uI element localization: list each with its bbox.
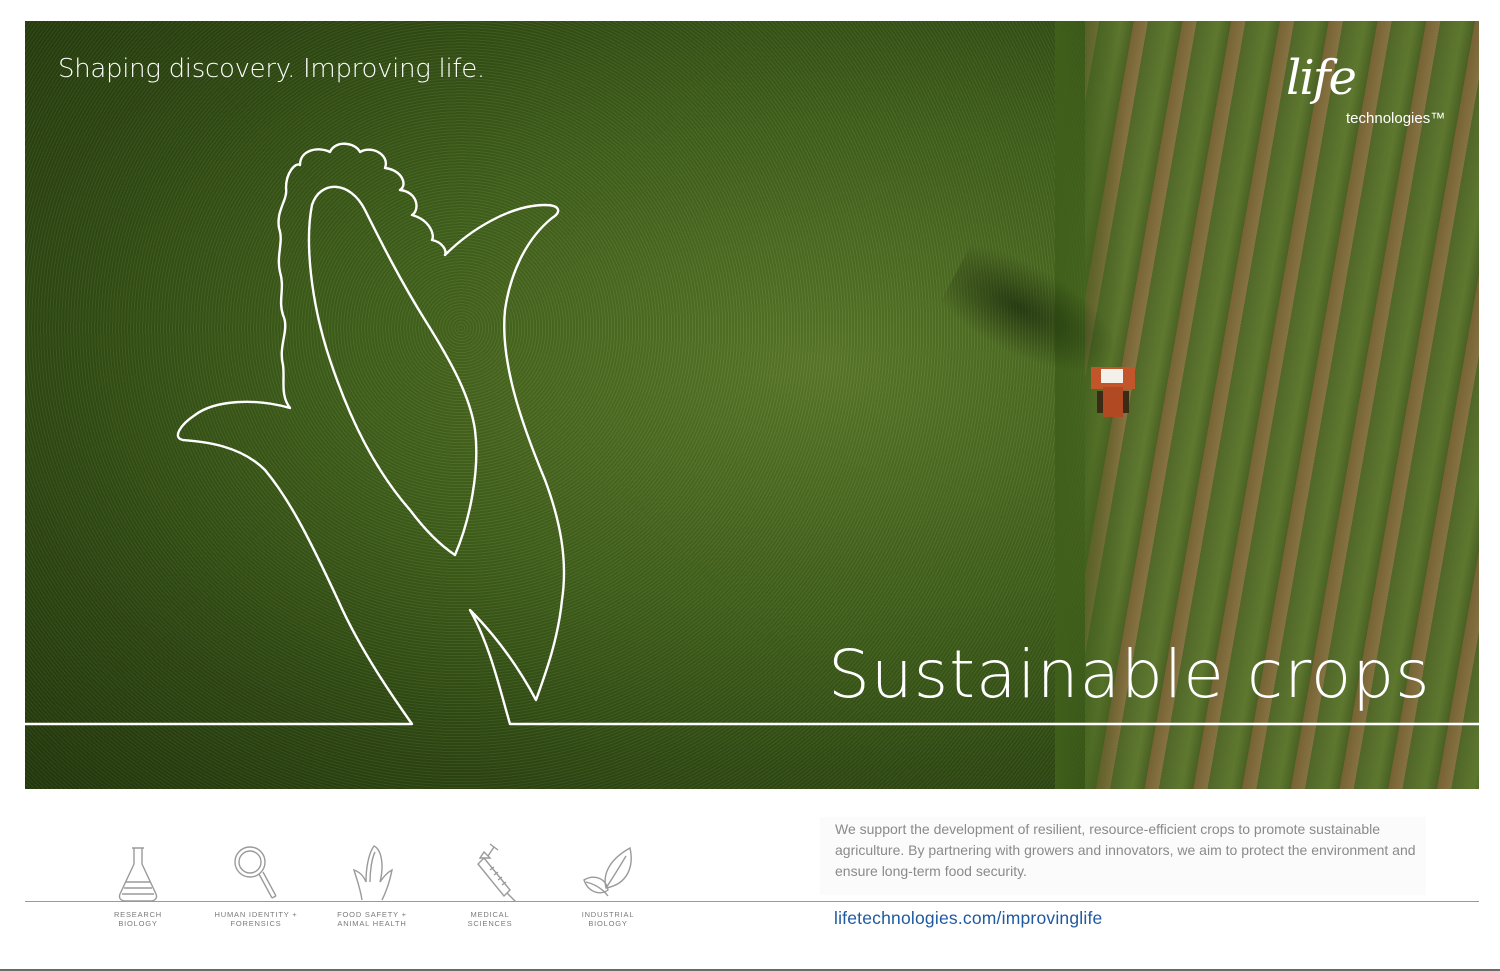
logo-word: life: [1286, 50, 1357, 106]
category-industrial-biology[interactable]: [548, 842, 668, 902]
category-label: INDUSTRIAL BIOLOGY: [581, 910, 635, 928]
category-label: HUMAN IDENTITY + FORENSICS: [214, 910, 298, 928]
category-research-biology[interactable]: [78, 842, 198, 902]
life-technologies-logo[interactable]: life technologies™: [1280, 50, 1455, 134]
logo-subtext: technologies™: [1346, 110, 1446, 127]
tractor-image: [1091, 367, 1135, 417]
category-human-identity[interactable]: [196, 842, 316, 902]
flask-icon: [118, 847, 158, 902]
category-food-safety[interactable]: [312, 842, 432, 902]
headline: Sustainable crops: [828, 636, 1431, 713]
body-copy: We support the development of resilient,…: [820, 817, 1426, 895]
magnifier-icon: [234, 846, 277, 899]
leaf-icon: [583, 846, 632, 897]
category-label: MEDICAL SCIENCES: [467, 910, 513, 928]
category-label: RESEARCH BIOLOGY: [113, 910, 163, 928]
website-link[interactable]: lifetechnologies.com/improvinglife: [834, 908, 1102, 929]
syringe-icon: [477, 843, 517, 902]
category-label: FOOD SAFETY + ANIMAL HEALTH: [337, 910, 407, 928]
category-medical-sciences[interactable]: [430, 842, 550, 902]
corn-icon: [352, 845, 393, 901]
tagline: Shaping discovery. Improving life.: [58, 54, 485, 84]
